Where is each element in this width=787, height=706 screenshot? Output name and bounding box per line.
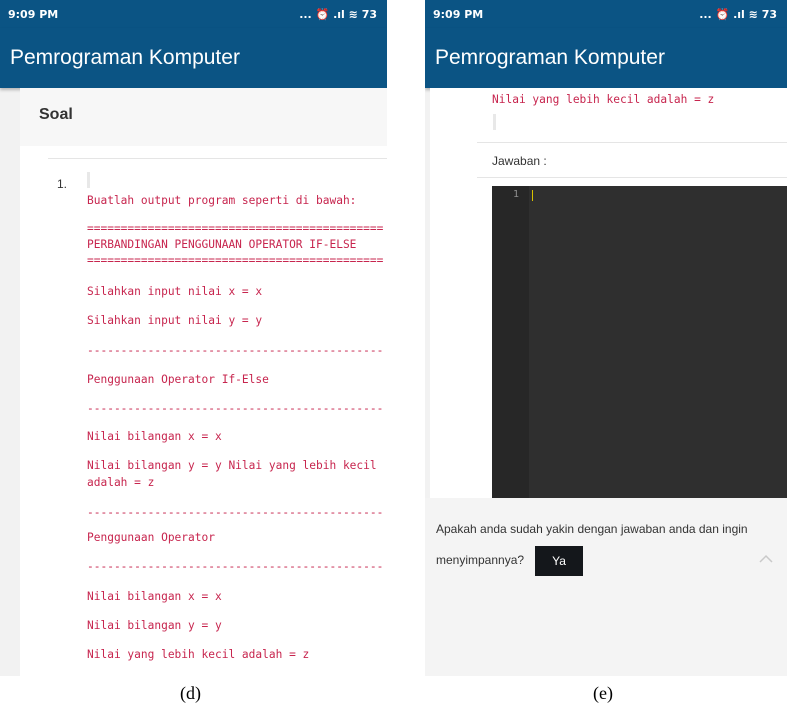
question-line: PERBANDINGAN PENGGUNAAN OPERATOR IF-ELSE [87,238,357,251]
status-icons: ... ⏰ .ıl ≋ 73 [299,7,377,21]
status-bar: 9:09 PM ... ⏰ .ıl ≋ 73 [425,0,787,28]
question-line: ========================================… [87,254,384,267]
code-marker [493,114,496,130]
chevron-up-icon [759,550,773,566]
status-time: 9:09 PM [433,7,484,21]
status-bar: 9:09 PM ... ⏰ .ıl ≋ 73 [0,0,387,28]
question-line: Nilai bilangan y = y [87,619,222,632]
answer-label: Jawaban : [492,154,547,168]
question-line: Nilai bilangan x = x [87,590,222,603]
divider [48,158,387,159]
question-line: Nilai bilangan x = x [87,430,222,443]
question-line: Buatlah output program seperti di bawah: [87,194,357,207]
figure-caption-d: (d) [180,683,201,703]
confirm-text: Apakah anda sudah yakin dengan jawaban a… [436,522,748,536]
question-line: Nilai yang lebih kecil adalah = z [492,93,715,106]
divider [477,142,787,143]
question-line: ----------------------------------------… [87,402,384,415]
phone-screen-e: 9:09 PM ... ⏰ .ıl ≋ 73 Pemrograman Kompu… [425,0,787,676]
app-title: Pemrograman Komputer [435,46,665,69]
question-number: 1. [57,177,68,191]
status-icons: ... ⏰ .ıl ≋ 73 [699,7,777,21]
section-header: Soal [20,88,387,147]
app-bar: Pemrograman Komputer [425,28,787,88]
app-bar: Pemrograman Komputer [0,28,387,88]
divider [477,177,787,178]
question-line: ========================================… [87,222,384,235]
confirm-text: menyimpannya? [436,553,525,567]
figure-caption-e: (e) [593,683,613,703]
section-title: Soal [39,106,73,123]
code-marker [87,172,90,188]
question-line: ----------------------------------------… [87,560,384,573]
status-time: 9:09 PM [8,7,59,21]
question-line: Nilai bilangan y = y Nilai yang lebih ke… [87,459,377,472]
phone-screen-d: 9:09 PM ... ⏰ .ıl ≋ 73 Pemrograman Kompu… [0,0,387,676]
question-line: ----------------------------------------… [87,344,384,357]
app-title: Pemrograman Komputer [10,46,240,69]
line-number-gutter: 1 [492,186,529,543]
question-line: Silahkan input nilai x = x [87,285,263,298]
yes-button[interactable]: Ya [535,546,583,576]
question-line: Silahkan input nilai y = y [87,314,263,327]
line-number: 1 [512,189,519,200]
question-line: ----------------------------------------… [87,506,384,519]
question-line: Nilai yang lebih kecil adalah = z [87,648,310,661]
question-panel: 1. Buatlah output program seperti di baw… [20,146,387,676]
question-line: Penggunaan Operator [87,531,215,544]
question-line: adalah = z [87,476,155,489]
code-editor[interactable]: 1 [492,186,787,543]
text-cursor [532,190,533,201]
scroll-top-button[interactable] [747,540,785,576]
question-line: Penggunaan Operator If-Else [87,373,269,386]
